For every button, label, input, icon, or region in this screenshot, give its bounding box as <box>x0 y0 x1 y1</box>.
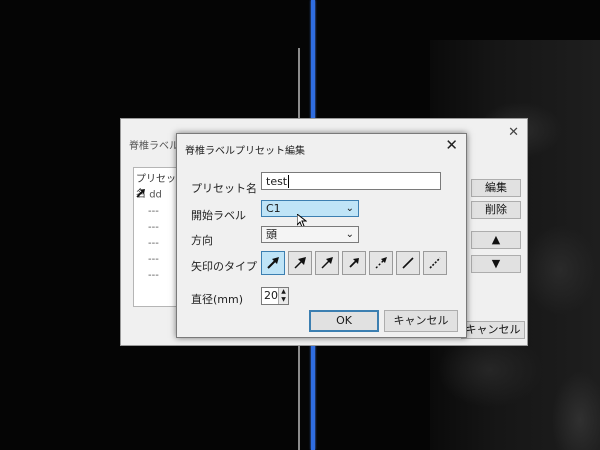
direction-value: 頭 <box>266 228 277 241</box>
arrow-type-label: 矢印のタイプ <box>191 260 257 273</box>
close-icon[interactable]: ✕ <box>445 136 458 154</box>
diameter-stepper[interactable]: 20 ▲ ▼ <box>261 287 289 305</box>
line-solid-icon <box>402 257 414 269</box>
list-item[interactable]: --- <box>148 238 159 249</box>
arrow-dashed-icon <box>375 257 387 269</box>
arrow-type-button-filled[interactable] <box>315 251 339 275</box>
list-item[interactable]: --- <box>148 270 159 281</box>
dialog-title: 脊椎ラベルプリセット編集 <box>185 146 305 157</box>
arrow-filled-icon <box>321 257 333 269</box>
preset-name-input[interactable]: test <box>261 172 441 190</box>
start-label-value: C1 <box>266 202 281 215</box>
list-item[interactable]: dd <box>136 188 162 201</box>
diameter-value: 20 <box>264 289 278 302</box>
diameter-label: 直径(mm) <box>191 293 244 306</box>
line-dashed-icon <box>429 257 441 269</box>
parent-cancel-button[interactable]: キャンセル <box>461 321 525 339</box>
move-down-button[interactable]: ▼ <box>471 255 521 273</box>
ok-button[interactable]: OK <box>309 310 379 332</box>
chevron-down-icon: ⌄ <box>345 229 354 240</box>
arrow-filled-dashed-icon <box>294 257 306 269</box>
parent-close-icon[interactable]: ✕ <box>508 125 519 140</box>
list-item-label: dd <box>149 189 162 201</box>
move-up-button[interactable]: ▲ <box>471 231 521 249</box>
direction-label: 方向 <box>191 234 213 247</box>
list-item[interactable]: --- <box>148 254 159 265</box>
delete-button[interactable]: 削除 <box>471 201 521 219</box>
arrow-type-button-line[interactable] <box>396 251 420 275</box>
preset-name-value: test <box>266 175 288 188</box>
arrow-type-button-line-dashed[interactable] <box>423 251 447 275</box>
text-cursor <box>288 175 290 188</box>
chevron-down-icon: ⌄ <box>345 203 354 214</box>
cancel-button[interactable]: キャンセル <box>384 310 458 332</box>
preset-name-label: プリセット名 <box>191 182 257 195</box>
start-label-select[interactable]: C1 ⌄ <box>261 200 359 217</box>
start-label-label: 開始ラベル <box>191 209 246 222</box>
arrow-filled-short-icon <box>349 258 359 268</box>
list-item[interactable]: --- <box>148 222 159 233</box>
preset-edit-dialog: 脊椎ラベルプリセット編集 ✕ プリセット名 test 開始ラベル C1 ⌄ 方向… <box>176 133 467 338</box>
arrow-type-button-solid[interactable] <box>261 251 285 275</box>
direction-select[interactable]: 頭 ⌄ <box>261 226 359 243</box>
arrow-type-button-filled-short[interactable] <box>342 251 366 275</box>
arrow-solid-icon <box>267 257 279 269</box>
arrow-type-button-dashed[interactable] <box>369 251 393 275</box>
edit-button[interactable]: 編集 <box>471 179 521 197</box>
arrow-icon <box>136 188 146 201</box>
arrow-type-button-filled-dashed[interactable] <box>288 251 312 275</box>
list-item[interactable]: --- <box>148 206 159 217</box>
spin-buttons[interactable]: ▲ ▼ <box>278 288 288 304</box>
